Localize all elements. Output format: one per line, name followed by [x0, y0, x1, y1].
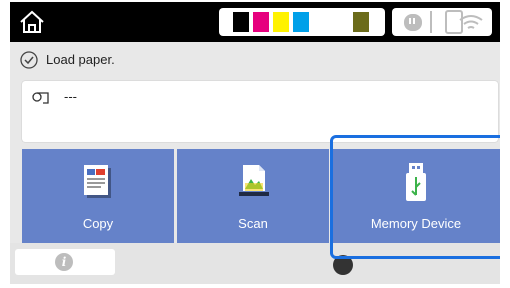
wifi-icon	[445, 10, 483, 34]
ink-cyan	[293, 12, 309, 32]
message-row: Load paper.	[10, 45, 500, 75]
scan-button[interactable]: Scan	[177, 149, 329, 243]
paper-roll-icon	[32, 92, 49, 104]
status-bar	[10, 2, 500, 42]
ink-black	[233, 12, 249, 32]
copy-label: Copy	[82, 216, 114, 231]
info-button[interactable]: i	[15, 249, 115, 275]
paper-setting-box[interactable]: ---	[22, 81, 498, 142]
ink-magenta	[253, 12, 269, 32]
printer-screen: Load paper. --- Copy Scan Memory Device …	[10, 2, 500, 284]
scan-icon	[239, 165, 269, 196]
scan-label: Scan	[238, 216, 268, 231]
ink-maintenance	[353, 12, 369, 32]
copy-icon	[84, 165, 111, 198]
ink-yellow	[273, 12, 289, 32]
info-icon: i	[55, 253, 73, 271]
check-circle-icon	[20, 51, 38, 69]
copy-button[interactable]: Copy	[22, 149, 174, 243]
highlight-frame	[330, 135, 500, 259]
message-text: Load paper.	[46, 52, 115, 67]
ink-levels[interactable]	[219, 8, 385, 36]
network-status[interactable]	[392, 8, 492, 36]
wired-lan-icon	[404, 11, 432, 33]
paper-setting-text: ---	[64, 89, 77, 104]
home-icon[interactable]	[18, 8, 46, 36]
